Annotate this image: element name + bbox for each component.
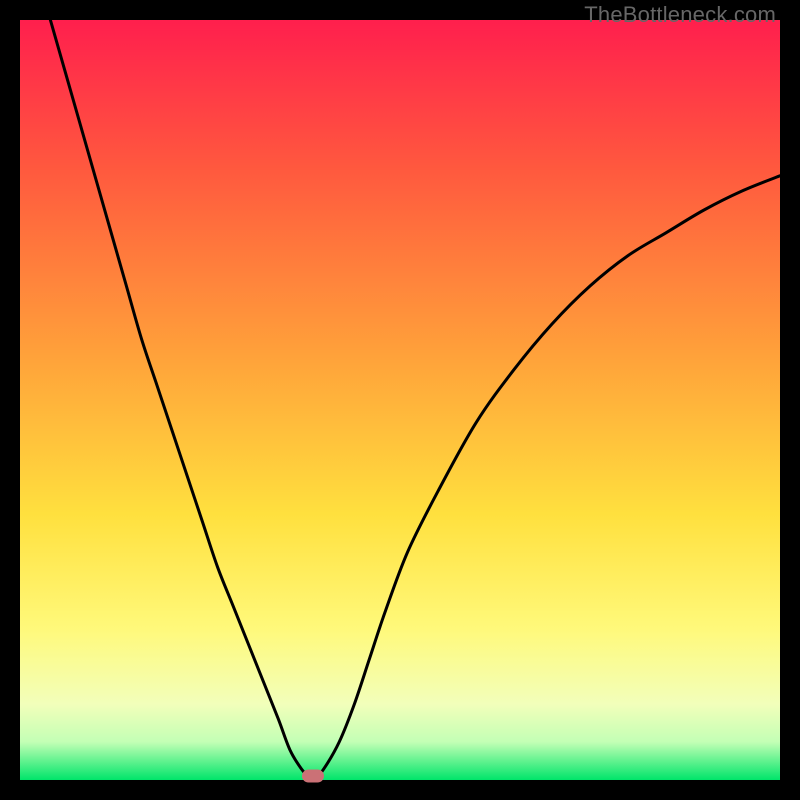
chart-frame	[20, 20, 780, 780]
watermark-text: TheBottleneck.com	[584, 2, 776, 28]
optimal-marker	[302, 770, 324, 783]
heat-gradient-bg	[20, 20, 780, 780]
bottleneck-chart	[20, 20, 780, 780]
